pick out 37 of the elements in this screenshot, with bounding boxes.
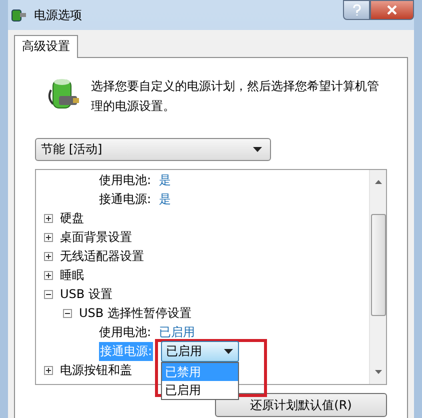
tree-item[interactable]: 无线适配器设置	[60, 248, 144, 265]
tree-item[interactable]: USB 设置	[60, 286, 112, 303]
setting-value[interactable]: 是	[159, 191, 172, 208]
value-dropdown[interactable]: 已启用	[161, 341, 240, 362]
plus-box-icon[interactable]	[44, 214, 53, 223]
close-icon	[386, 5, 398, 15]
plus-box-icon[interactable]	[44, 233, 53, 242]
question-mark-icon	[352, 4, 362, 16]
tab[interactable]: 高级设置	[14, 35, 78, 58]
tree-item[interactable]: 睡眠	[60, 267, 84, 284]
tree-item[interactable]: 硬盘	[60, 210, 84, 227]
minus-box-icon[interactable]	[44, 290, 53, 299]
scrollbar[interactable]	[369, 170, 386, 384]
setting-label[interactable]: 接通电源:	[99, 191, 152, 208]
battery-plug-icon	[10, 7, 28, 23]
caret-icon	[224, 349, 234, 354]
tree-item[interactable]: 桌面背景设置	[60, 229, 132, 246]
setting-label[interactable]: 使用电池:	[99, 324, 152, 341]
window-title: 电源选项	[34, 6, 82, 24]
plus-box-icon[interactable]	[44, 271, 53, 280]
minus-box-icon[interactable]	[63, 309, 72, 318]
description-text: 选择您要自定义的电源计划，然后选择您希望计算机管理的电源设置。	[91, 78, 380, 115]
scroll-thumb[interactable]	[370, 214, 386, 316]
restore-defaults-button[interactable]: 还原计划默认值(R)	[215, 393, 387, 417]
plus-box-icon[interactable]	[44, 252, 53, 261]
setting-value[interactable]: 是	[159, 172, 172, 189]
help-button[interactable]	[343, 0, 370, 20]
plan-dropdown[interactable]: 节能 [活动]	[35, 138, 271, 161]
scroll-up-icon[interactable]	[374, 180, 382, 184]
setting-label[interactable]: 使用电池:	[99, 172, 152, 189]
plus-box-icon[interactable]	[44, 366, 53, 375]
setting-value[interactable]: 已启用	[159, 324, 196, 341]
scroll-down-icon[interactable]	[374, 370, 382, 374]
close-button[interactable]	[370, 0, 414, 20]
caret-icon	[253, 147, 262, 152]
tree-item[interactable]: 电源按钮和盖	[60, 362, 132, 379]
tree-item[interactable]: USB 选择性暂停设置	[79, 305, 192, 322]
